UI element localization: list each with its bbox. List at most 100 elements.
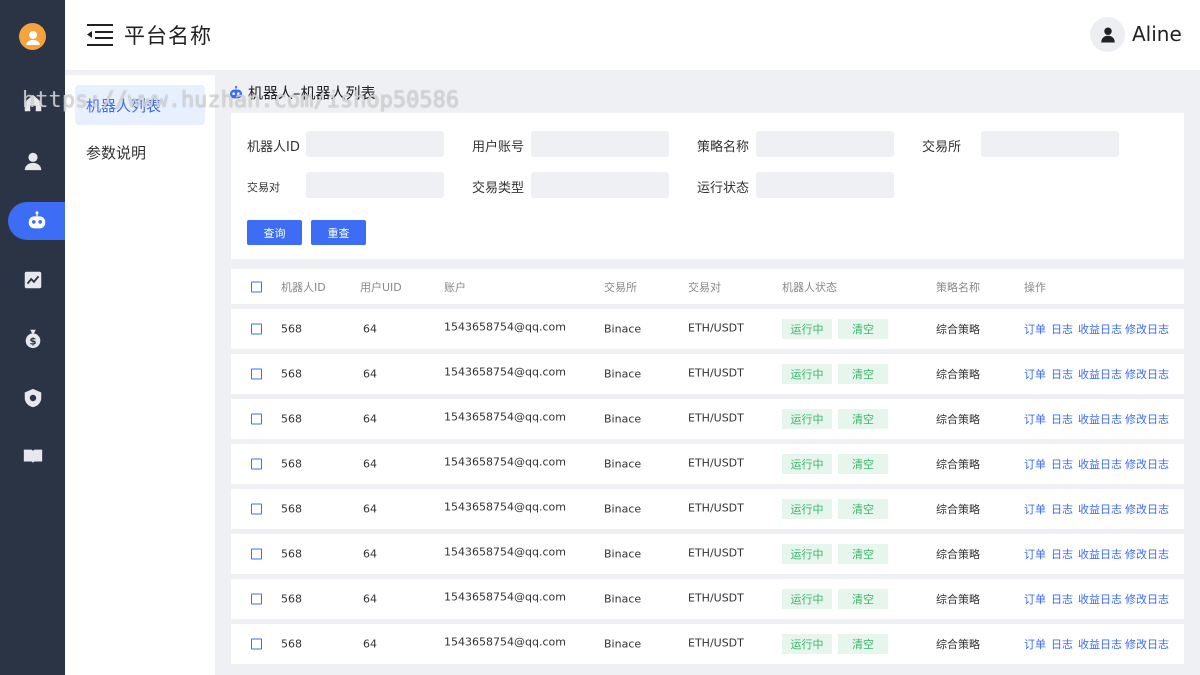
robot-id-input[interactable] [306,131,444,157]
rail-nav-shield[interactable] [0,379,65,417]
log-link[interactable]: 日志 [1051,636,1073,652]
order-link[interactable]: 订单 [1024,411,1046,427]
cell-pair: ETH/USDT [688,636,744,650]
select-all-checkbox[interactable] [251,281,262,292]
col-strategy-name[interactable]: 策略名称 [936,279,980,295]
profit-log-link[interactable]: 收益日志 [1078,456,1122,472]
cell-account: 1543658754@qq.com [444,545,566,559]
order-link[interactable]: 订单 [1024,501,1046,517]
row-checkbox[interactable] [251,458,262,470]
cell-user-uid: 64 [363,592,377,606]
edit-log-link[interactable]: 修改日志 [1125,321,1169,337]
edit-log-link[interactable]: 修改日志 [1125,411,1169,427]
rail-nav-user[interactable] [0,142,65,180]
table-row[interactable]: 568 64 1543658754@qq.com Binace ETH/USDT 运行中清… [231,309,1184,349]
cell-account: 1543658754@qq.com [444,500,566,514]
cell-pair: ETH/USDT [688,411,744,425]
clear-badge[interactable]: 清空 [838,319,888,339]
row-checkbox[interactable] [251,638,262,650]
order-link[interactable]: 订单 [1024,546,1046,562]
col-user-uid[interactable]: 用户UID [360,279,402,295]
log-link[interactable]: 日志 [1051,456,1073,472]
reset-button[interactable]: 重查 [311,220,366,245]
rail-nav-home[interactable] [0,84,65,122]
clear-badge[interactable]: 清空 [838,499,888,519]
log-link[interactable]: 日志 [1051,321,1073,337]
subnav-item-param-doc[interactable]: 参数说明 [75,132,205,172]
clear-badge[interactable]: 清空 [838,364,888,384]
svg-text:$: $ [29,336,36,347]
status-badge: 运行中 [782,589,832,609]
col-robot-id[interactable]: 机器人ID [281,279,326,295]
log-link[interactable]: 日志 [1051,546,1073,562]
col-actions: 操作 [1024,280,1046,294]
col-account[interactable]: 账户 [444,279,466,295]
edit-log-link[interactable]: 修改日志 [1125,501,1169,517]
run-status-input[interactable] [756,172,894,198]
profit-log-link[interactable]: 收益日志 [1078,411,1122,427]
row-checkbox[interactable] [251,503,262,515]
pair-input[interactable] [306,172,444,198]
table-row[interactable]: 568 64 1543658754@qq.com Binace ETH/USDT 运行中清… [231,444,1184,484]
edit-log-link[interactable]: 修改日志 [1125,366,1169,382]
order-link[interactable]: 订单 [1024,321,1046,337]
clear-badge[interactable]: 清空 [838,454,888,474]
clear-badge[interactable]: 清空 [838,589,888,609]
menu-toggle-icon[interactable] [87,24,113,46]
log-link[interactable]: 日志 [1051,411,1073,427]
profit-log-link[interactable]: 收益日志 [1078,636,1122,652]
row-checkbox[interactable] [251,548,262,560]
profit-log-link[interactable]: 收益日志 [1078,546,1122,562]
table-row[interactable]: 568 64 1543658754@qq.com Binace ETH/USDT 运行中清… [231,489,1184,529]
order-link[interactable]: 订单 [1024,591,1046,607]
trade-type-label: 交易类型 [472,181,525,196]
profit-log-link[interactable]: 收益日志 [1078,366,1122,382]
user-name[interactable]: Aline [1132,22,1182,46]
trade-type-input[interactable] [531,172,669,198]
cell-account: 1543658754@qq.com [444,590,566,604]
cell-user-uid: 64 [363,322,377,336]
edit-log-link[interactable]: 修改日志 [1125,591,1169,607]
profit-log-link[interactable]: 收益日志 [1078,501,1122,517]
user-avatar[interactable] [1090,17,1125,52]
edit-log-link[interactable]: 修改日志 [1125,546,1169,562]
edit-log-link[interactable]: 修改日志 [1125,456,1169,472]
strategy-name-input[interactable] [756,131,894,157]
log-link[interactable]: 日志 [1051,366,1073,382]
order-link[interactable]: 订单 [1024,636,1046,652]
col-pair[interactable]: 交易对 [688,279,721,295]
exchange-input[interactable] [981,131,1119,157]
query-button[interactable]: 查询 [247,220,302,245]
sub-sidebar: 机器人列表 参数说明 [65,75,215,675]
col-exchange[interactable]: 交易所 [604,279,637,295]
row-checkbox[interactable] [251,368,262,380]
clear-badge[interactable]: 清空 [838,634,888,654]
rail-nav-money[interactable]: $ [0,319,65,357]
order-link[interactable]: 订单 [1024,366,1046,382]
col-robot-status[interactable]: 机器人状态 [782,279,837,295]
clear-badge[interactable]: 清空 [838,409,888,429]
clear-badge[interactable]: 清空 [838,544,888,564]
profit-log-link[interactable]: 收益日志 [1078,321,1122,337]
table-row[interactable]: 568 64 1543658754@qq.com Binace ETH/USDT 运行中清… [231,624,1184,664]
rail-avatar[interactable] [19,23,46,50]
user-account-input[interactable] [531,131,669,157]
table-row[interactable]: 568 64 1543658754@qq.com Binace ETH/USDT 运行中清… [231,579,1184,619]
row-checkbox[interactable] [251,323,262,335]
row-checkbox[interactable] [251,413,262,425]
order-link[interactable]: 订单 [1024,456,1046,472]
table-row[interactable]: 568 64 1543658754@qq.com Binace ETH/USDT 运行中清… [231,534,1184,574]
subnav-item-robot-list[interactable]: 机器人列表 [75,85,205,125]
table-row[interactable]: 568 64 1543658754@qq.com Binace ETH/USDT 运行中清… [231,354,1184,394]
rail-nav-book[interactable] [0,437,65,475]
log-link[interactable]: 日志 [1051,501,1073,517]
cell-strategy: 综合策略 [936,368,980,381]
rail-nav-robot[interactable] [8,202,65,240]
row-checkbox[interactable] [251,593,262,605]
rail-nav-chart[interactable] [0,261,65,299]
profit-log-link[interactable]: 收益日志 [1078,591,1122,607]
log-link[interactable]: 日志 [1051,591,1073,607]
table-row[interactable]: 568 64 1543658754@qq.com Binace ETH/USDT 运行中清… [231,399,1184,439]
edit-log-link[interactable]: 修改日志 [1125,636,1169,652]
cell-strategy: 综合策略 [936,638,980,651]
